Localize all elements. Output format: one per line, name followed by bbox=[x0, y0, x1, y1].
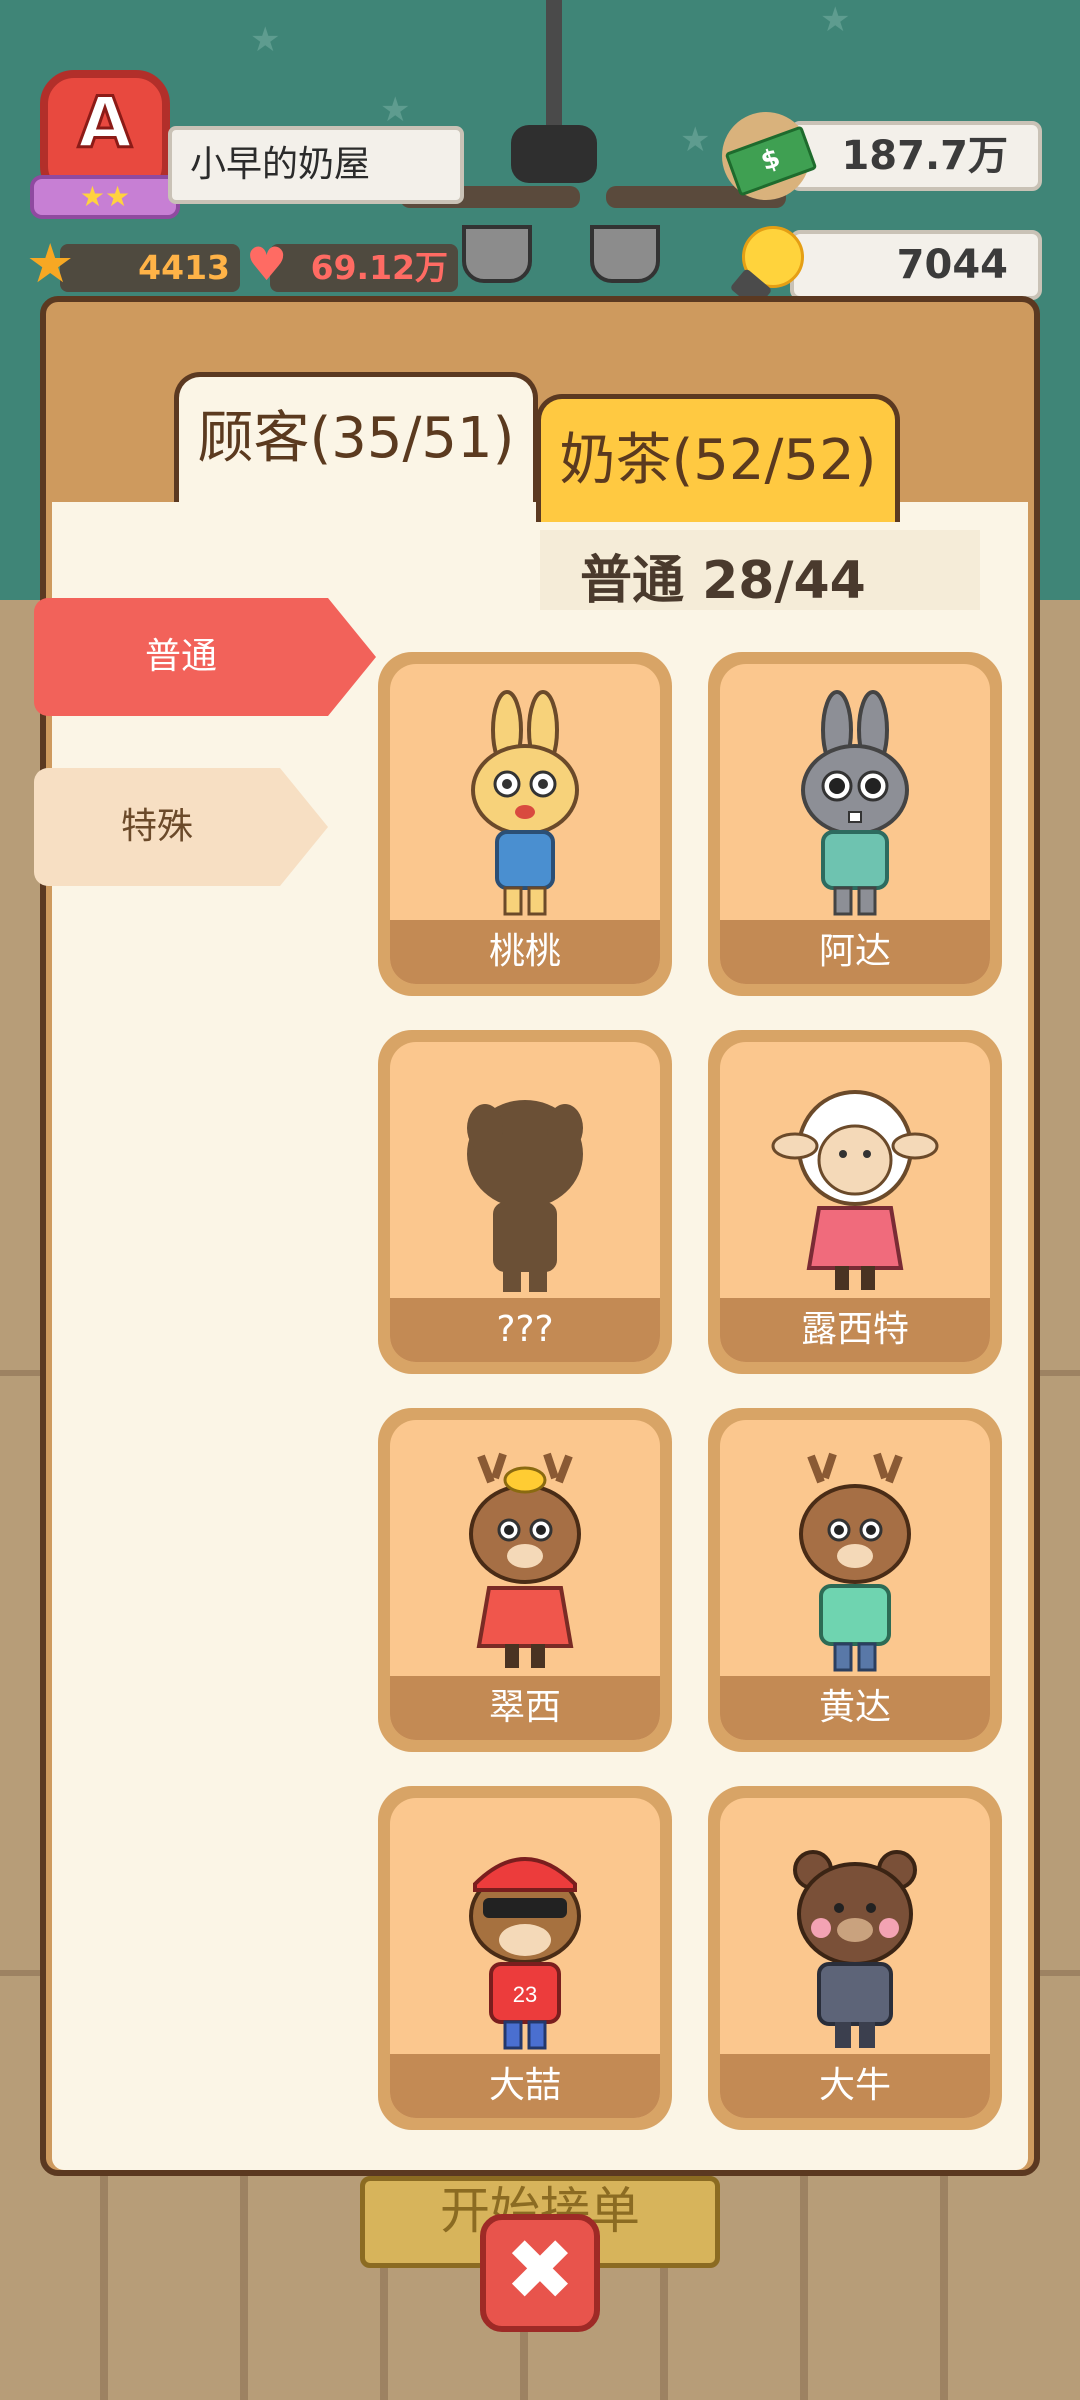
fan-lamp bbox=[590, 225, 660, 283]
customer-card[interactable]: 露西特 bbox=[708, 1030, 1002, 1374]
side-tab-special[interactable]: 特殊 bbox=[34, 768, 328, 886]
card-face: 露西特 bbox=[720, 1042, 990, 1362]
wall-star-decoration: ★ bbox=[250, 20, 281, 60]
card-face: 23 大喆 bbox=[390, 1798, 660, 2118]
side-tab-normal-label: 普通 bbox=[144, 636, 217, 677]
fans-counter: 69.12万 bbox=[270, 244, 458, 292]
close-button[interactable]: ✖ bbox=[480, 2214, 600, 2332]
star-icon: ★ bbox=[26, 232, 75, 295]
cash-icon: $ bbox=[722, 112, 822, 202]
svg-text:23: 23 bbox=[513, 1982, 537, 2007]
customer-name: 大喆 bbox=[390, 2054, 660, 2118]
customer-card[interactable]: 23 大喆 bbox=[378, 1786, 672, 2130]
tab-milk-tea[interactable]: 奶茶(52/52) bbox=[536, 394, 900, 522]
customer-name: 阿达 bbox=[720, 920, 990, 984]
wall-star-decoration: ★ bbox=[680, 120, 711, 160]
section-title: 普通 28/44 bbox=[580, 551, 866, 611]
fans-heart-icon: ♥ bbox=[246, 237, 288, 291]
shop-name[interactable]: 小早的奶屋 bbox=[168, 126, 464, 204]
rank-letter: A bbox=[76, 81, 133, 166]
close-icon: ✖ bbox=[504, 2221, 576, 2319]
wall-star-decoration: ★ bbox=[380, 90, 411, 130]
card-face: ??? bbox=[390, 1042, 660, 1362]
side-tab-arrow bbox=[280, 768, 328, 886]
fans-count: 69.12万 bbox=[310, 248, 448, 287]
side-tab-arrow bbox=[328, 598, 376, 716]
side-tab-normal[interactable]: 普通 bbox=[34, 598, 376, 716]
customer-card[interactable]: ??? bbox=[378, 1030, 672, 1374]
ideas-counter[interactable]: 7044 bbox=[790, 230, 1042, 300]
ceiling-fan-icon bbox=[511, 125, 597, 183]
customer-name: 大牛 bbox=[720, 2054, 990, 2118]
tab-customers[interactable]: 顾客(35/51) bbox=[174, 372, 538, 502]
customer-name: 桃桃 bbox=[390, 920, 660, 984]
customer-card[interactable]: 黄达 bbox=[708, 1408, 1002, 1752]
rank-badge[interactable]: A ★★ bbox=[30, 70, 180, 230]
side-tab-special-label: 特殊 bbox=[120, 806, 193, 847]
customer-card[interactable]: 桃桃 bbox=[378, 652, 672, 996]
fan-lamp bbox=[462, 225, 532, 283]
rank-stars-ribbon: ★★ bbox=[30, 175, 180, 219]
customer-card[interactable]: 阿达 bbox=[708, 652, 1002, 996]
money-counter[interactable]: 187.7万 bbox=[790, 121, 1042, 191]
card-face: 大牛 bbox=[720, 1798, 990, 2118]
card-face: 桃桃 bbox=[390, 664, 660, 984]
stars-counter: 4413 bbox=[60, 244, 240, 292]
customer-card[interactable]: 大牛 bbox=[708, 1786, 1002, 2130]
card-face: 阿达 bbox=[720, 664, 990, 984]
customer-name: 露西特 bbox=[720, 1298, 990, 1362]
customer-name: ??? bbox=[390, 1298, 660, 1362]
stars-count: 4413 bbox=[138, 248, 230, 287]
card-face: 黄达 bbox=[720, 1420, 990, 1740]
wall-star-decoration: ★ bbox=[820, 0, 851, 40]
ceiling-fan-rod bbox=[546, 0, 562, 135]
customer-name: 翠西 bbox=[390, 1676, 660, 1740]
customer-card[interactable]: 翠西 bbox=[378, 1408, 672, 1752]
customer-name: 黄达 bbox=[720, 1676, 990, 1740]
card-face: 翠西 bbox=[390, 1420, 660, 1740]
lightbulb-icon bbox=[729, 226, 804, 310]
